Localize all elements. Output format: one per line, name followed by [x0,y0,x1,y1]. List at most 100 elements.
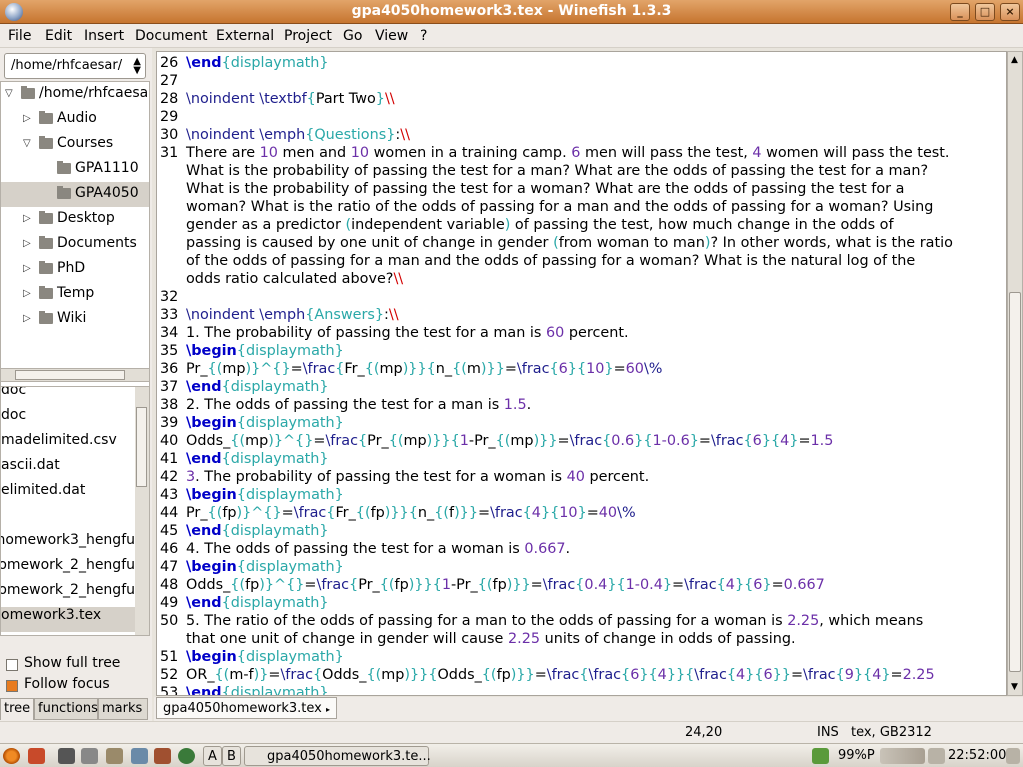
show-full-tree-checkbox[interactable] [6,659,18,671]
tree-item[interactable]: ▷ Temp [1,282,149,307]
file-list-item[interactable]: doc [1,387,135,407]
system-monitor-icon[interactable] [880,748,925,764]
tree-item[interactable]: ▷ Desktop [1,207,149,232]
code-line[interactable]: \end{displaymath} [186,685,329,695]
scroll-up-icon[interactable]: ▲ [1011,55,1018,65]
code-line[interactable]: 3. The probability of passing the test f… [186,469,649,487]
tree-item[interactable]: ▷ Audio [1,107,149,132]
tab-tree[interactable]: tree [0,698,34,720]
menu-go[interactable]: Go [343,28,362,44]
app-launcher-icon[interactable] [106,748,123,764]
code-line[interactable]: 5. The ratio of the odds of passing for … [186,613,923,631]
scrollbar-thumb[interactable] [1009,292,1021,672]
file-list-item[interactable]: elimited.dat [1,482,135,507]
path-combo[interactable]: /home/rhfcaesar/ ▲ ▼ [4,53,146,79]
file-list-item[interactable]: homework_2_hengfu [1,557,135,582]
code-line[interactable]: \end{displaymath} [186,595,329,613]
menu-edit[interactable]: Edit [45,28,72,44]
close-button[interactable]: × [1000,3,1020,21]
code-line[interactable]: \noindent \emph{Answers}:\\ [186,307,399,325]
code-line[interactable]: \noindent \emph{Questions}:\\ [186,127,410,145]
expanded-arrow-icon[interactable]: ▽ [5,88,15,100]
tree-item[interactable]: GPA4050 [1,182,149,207]
browser-icon[interactable] [178,748,195,764]
expanded-arrow-icon[interactable]: ▽ [23,138,33,150]
file-list-item[interactable]: omework3.tex [1,607,135,632]
code-line[interactable]: What is the probability of passing the t… [186,181,905,199]
code-line[interactable]: Odds_{(mp)}^{}=\frac{Pr_{(mp)}}{1-Pr_{(m… [186,433,833,451]
camera-icon[interactable] [58,748,75,764]
code-line[interactable]: \end{displaymath} [186,451,329,469]
code-line[interactable]: 4. The odds of passing the test for a wo… [186,541,570,559]
tree-item[interactable]: ▽ Courses [1,132,149,157]
keyboard-b-button[interactable]: B [222,746,241,766]
code-line[interactable]: 2. The odds of passing the test for a ma… [186,397,531,415]
menu-help[interactable]: ? [420,28,427,44]
update-icon[interactable] [812,748,829,764]
code-line[interactable]: passing is caused by one unit of change … [186,235,953,253]
file-list-item[interactable]: doc [1,407,135,432]
file-list[interactable]: omework3.tex homework_2_hengfu homework_2_… [0,386,150,636]
code-line[interactable]: \end{displaymath} [186,379,329,397]
tree-item[interactable]: ▽ /home/rhfcaesar/ [1,82,149,107]
code-line[interactable]: Pr_{(fp)}^{}=\frac{Fr_{(fp)}}{n_{(f)}}=\… [186,505,636,523]
menu-file[interactable]: File [8,28,31,44]
volume-icon[interactable] [81,748,98,764]
show-desktop-icon[interactable] [28,748,45,764]
code-line[interactable]: \begin{displaymath} [186,649,344,667]
tree-item[interactable]: ▷ Documents [1,232,149,257]
menu-project[interactable]: Project [284,28,332,44]
code-line[interactable]: Odds_{(fp)}^{}=\frac{Pr_{(fp)}}{1-Pr_{(f… [186,577,825,595]
text-editor[interactable]: 26 \end{displaymath} 27 28 \noindent \textbf… [156,51,1007,696]
code-line[interactable]: gender as a predictor (independent varia… [186,217,894,235]
code-line[interactable]: odds ratio calculated above?\\ [186,271,403,289]
menu-insert[interactable]: Insert [84,28,124,44]
editor-vertical-scrollbar[interactable]: ▲ ▼ [1007,51,1023,696]
scrollbar-thumb[interactable] [15,370,125,380]
terminal-icon[interactable] [154,748,171,764]
tree-item[interactable]: ▷ PhD [1,257,149,282]
scrollbar-thumb[interactable] [136,407,147,487]
menu-document[interactable]: Document [135,28,208,44]
tab-functions[interactable]: functions [34,698,98,720]
code-line[interactable]: that one unit of change in gender will c… [186,631,796,649]
tree-item[interactable]: GPA1110 [1,157,149,182]
ubuntu-menu-icon[interactable] [3,748,20,764]
file-list-item[interactable]: homework_2_hengfu [1,582,135,607]
code-line[interactable]: \end{displaymath} [186,523,329,541]
power-icon[interactable] [1006,748,1020,764]
file-tree[interactable]: ▽ /home/rhfcaesar/ ▷ Audio ▽ Courses GPA1110 GP… [0,81,150,399]
menu-external[interactable]: External [216,28,274,44]
lock-icon[interactable] [928,748,945,764]
collapsed-arrow-icon[interactable]: ▷ [23,313,33,325]
tab-marks[interactable]: marks [98,698,148,720]
code-line[interactable]: \noindent \textbf{Part Two}\\ [186,91,395,109]
taskbar-window-button[interactable]: gpa4050homework3.te... [244,746,431,766]
file-list-item[interactable] [1,507,135,532]
tree-item[interactable]: ▷ Wiki [1,307,149,332]
tree-horizontal-scrollbar[interactable] [0,368,150,382]
screenshot-icon[interactable] [131,748,148,764]
code-line[interactable]: Pr_{(mp)}^{}=\frac{Fr_{(mp)}}{n_{(m)}}=\… [186,361,662,379]
collapsed-arrow-icon[interactable]: ▷ [23,288,33,300]
code-line[interactable]: \begin{displaymath} [186,559,344,577]
code-line[interactable]: 1. The probability of passing the test f… [186,325,629,343]
file-list-item[interactable]: homework3_hengfu [1,532,135,557]
menu-view[interactable]: View [375,28,408,44]
keyboard-a-button[interactable]: A [203,746,222,766]
code-line[interactable]: OR_{(m-f)}=\frac{Odds_{(mp)}}{Odds_{(fp)… [186,667,935,685]
collapsed-arrow-icon[interactable]: ▷ [23,238,33,250]
code-line[interactable]: \begin{displaymath} [186,487,344,505]
minimize-button[interactable]: _ [950,3,970,21]
code-line[interactable]: \end{displaymath} [186,55,329,73]
code-line[interactable]: woman? What is the ratio of the odds of … [186,199,933,217]
collapsed-arrow-icon[interactable]: ▷ [23,113,33,125]
follow-focus-checkbox[interactable] [6,680,18,692]
file-list-item[interactable]: ascii.dat [1,457,135,482]
document-tab[interactable]: gpa4050homework3.tex ▸ [156,697,337,719]
code-line[interactable]: of the odds of passing for a man and the… [186,253,915,271]
file-list-item[interactable]: madelimited.csv [1,432,135,457]
scroll-down-icon[interactable]: ▼ [1011,682,1018,692]
code-line[interactable]: What is the probability of passing the t… [186,163,928,181]
collapsed-arrow-icon[interactable]: ▷ [23,213,33,225]
